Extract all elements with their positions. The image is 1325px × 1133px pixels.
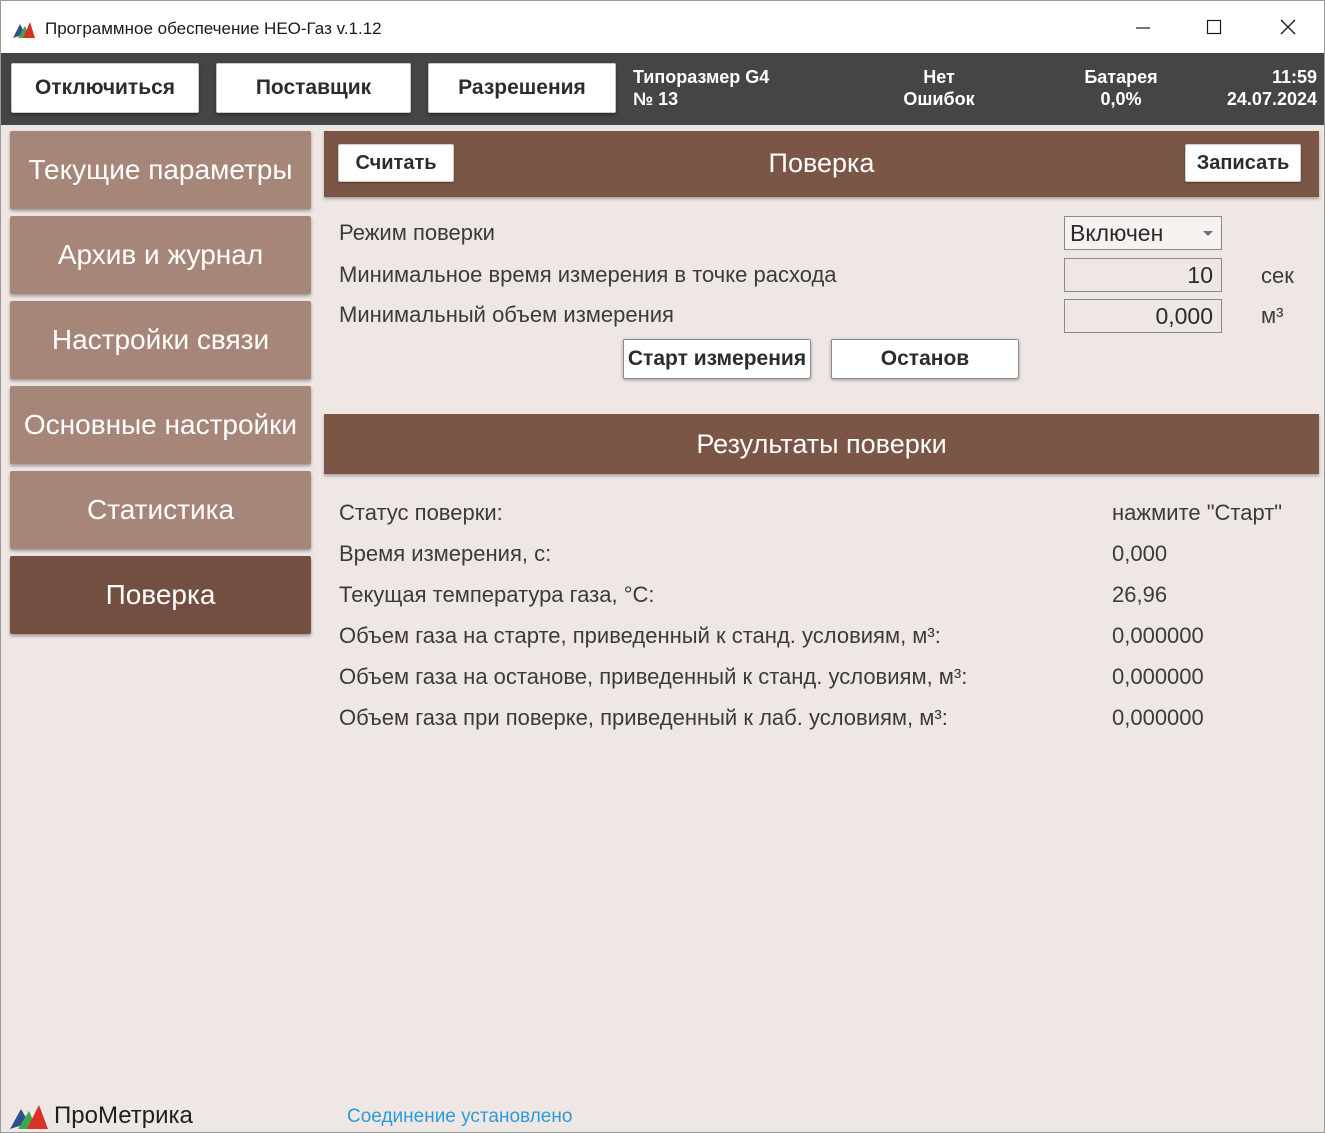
verification-title: Поверка: [768, 148, 875, 178]
close-icon: [1280, 19, 1296, 35]
minimize-button[interactable]: [1106, 1, 1180, 53]
maximize-icon: [1206, 19, 1222, 35]
result-value-stop-volume: 0,000000: [1112, 664, 1204, 689]
result-label-start-volume: Объем газа на старте, приведенный к стан…: [339, 623, 941, 648]
connection-status: Соединение установлено: [347, 1106, 573, 1127]
results-title: Результаты поверки: [696, 429, 947, 459]
title-bar: Программное обеспечение НЕО-Газ v.1.12: [1, 1, 1324, 53]
supplier-button[interactable]: Поставщик: [216, 63, 411, 113]
min-volume-input[interactable]: 0,000: [1064, 299, 1222, 333]
result-label-status: Статус поверки:: [339, 500, 503, 525]
device-size-label: Типоразмер G4: [633, 67, 770, 87]
battery-value: 0,0%: [1100, 89, 1142, 109]
sidebar-item-verification[interactable]: Поверка: [10, 556, 311, 634]
prometrika-logo-icon: [10, 1105, 48, 1129]
mode-select-value: Включен: [1070, 219, 1164, 246]
app-logo-icon: [13, 22, 35, 38]
min-time-unit: сек: [1261, 263, 1294, 288]
clock-date: 24.07.2024: [1226, 89, 1317, 109]
result-value-status: нажмите "Старт": [1112, 500, 1283, 525]
min-volume-label: Минимальный объем измерения: [339, 302, 674, 327]
window-title: Программное обеспечение НЕО-Газ v.1.12: [45, 19, 382, 38]
result-value-start-volume: 0,000000: [1112, 623, 1204, 648]
errors-line1: Нет: [923, 67, 955, 87]
sidebar-item-current-params[interactable]: Текущие параметры: [10, 131, 311, 209]
chevron-down-icon: [1203, 231, 1213, 236]
sidebar-item-connection-settings[interactable]: Настройки связи: [10, 301, 311, 379]
result-value-lab-volume: 0,000000: [1112, 705, 1204, 730]
device-number-label: № 13: [633, 89, 679, 109]
top-toolbar: Отключиться Поставщик Разрешения Типораз…: [1, 53, 1324, 125]
write-button[interactable]: Записать: [1185, 144, 1301, 182]
start-measurement-button[interactable]: Старт измерения: [623, 339, 811, 379]
min-time-input[interactable]: 10: [1064, 258, 1222, 292]
result-label-temperature: Текущая температура газа, °C:: [339, 582, 655, 607]
datetime-info: 11:59 24.07.2024: [1201, 66, 1317, 110]
sidebar-item-archive[interactable]: Архив и журнал: [10, 216, 311, 294]
battery-info: Батарея 0,0%: [1061, 66, 1181, 110]
permissions-button[interactable]: Разрешения: [428, 63, 616, 113]
result-label-stop-volume: Объем газа на останове, приведенный к ст…: [339, 664, 968, 689]
result-label-time: Время измерения, с:: [339, 541, 552, 566]
result-value-temperature: 26,96: [1112, 582, 1168, 607]
close-window-button[interactable]: [1251, 1, 1324, 53]
min-time-label: Минимальное время измерения в точке расх…: [339, 262, 837, 287]
disconnect-button[interactable]: Отключиться: [11, 63, 199, 113]
company-logo: ПроМетрика: [10, 1102, 193, 1130]
device-size-info: Типоразмер G4 № 13: [633, 66, 769, 110]
logo-text: ПроМетрика: [54, 1102, 193, 1129]
battery-label: Батарея: [1084, 67, 1158, 87]
minimize-icon: [1136, 27, 1150, 29]
mode-label: Режим поверки: [339, 220, 495, 245]
mode-select[interactable]: Включен: [1064, 216, 1222, 250]
result-value-time: 0,000: [1112, 541, 1168, 566]
stop-button[interactable]: Останов: [831, 339, 1019, 379]
errors-line2: Ошибок: [903, 89, 975, 109]
maximize-button[interactable]: [1177, 1, 1251, 53]
clock-time: 11:59: [1271, 67, 1317, 87]
sidebar-item-main-settings[interactable]: Основные настройки: [10, 386, 311, 464]
app-window: Программное обеспечение НЕО-Газ v.1.12 О…: [0, 0, 1325, 1133]
result-label-lab-volume: Объем газа при поверке, приведенный к ла…: [339, 705, 948, 730]
min-volume-unit: м³: [1261, 303, 1284, 328]
verification-header: Считать Поверка Записать: [324, 131, 1319, 197]
results-header: Результаты поверки: [324, 414, 1319, 474]
errors-info: Нет Ошибок: [879, 66, 999, 110]
sidebar-item-statistics[interactable]: Статистика: [10, 471, 311, 549]
